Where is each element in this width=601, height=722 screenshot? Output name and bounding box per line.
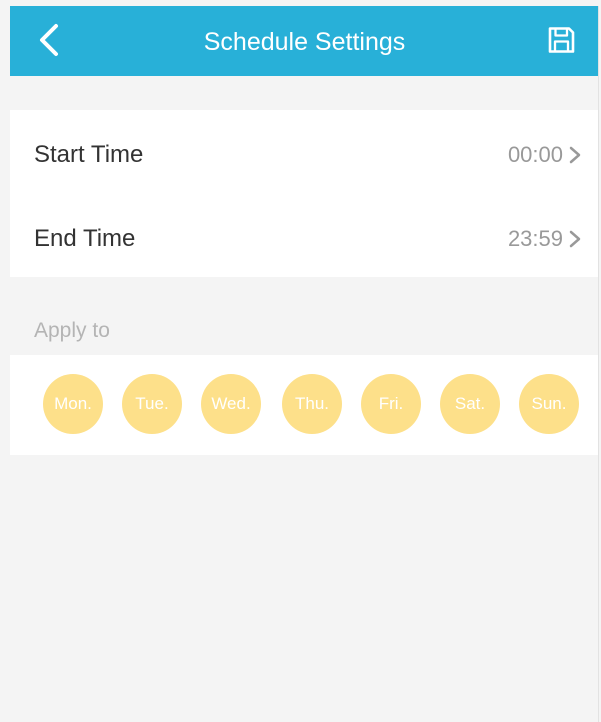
app-header: Schedule Settings <box>10 6 599 76</box>
chevron-right-icon <box>569 146 581 164</box>
start-time-value: 00:00 <box>507 142 563 167</box>
time-settings-panel: Start Time 00:00 End Time 23:59 <box>10 110 599 277</box>
start-time-row[interactable]: Start Time 00:00 <box>10 110 599 194</box>
chevron-right-icon <box>569 230 581 248</box>
day-chip-mon[interactable]: Mon. <box>43 374 103 434</box>
page-title: Schedule Settings <box>203 28 406 56</box>
screen-edge-divider <box>598 6 599 722</box>
start-time-label: Start Time <box>34 141 144 168</box>
days-selector: Mon. Tue. Wed. Thu. Fri. Sat. Sun. <box>10 355 599 455</box>
day-chip-fri[interactable]: Fri. <box>361 374 421 434</box>
end-time-value: 23:59 <box>507 226 563 251</box>
end-time-row[interactable]: End Time 23:59 <box>10 194 599 278</box>
day-chip-wed[interactable]: Wed. <box>201 374 261 434</box>
save-button[interactable] <box>539 18 583 62</box>
day-chip-sat[interactable]: Sat. <box>440 374 500 434</box>
day-chip-tue[interactable]: Tue. <box>122 374 182 434</box>
schedule-settings-screen: Schedule Settings Start Time 00:00 End T… <box>10 6 599 722</box>
save-icon <box>548 27 575 53</box>
end-time-label: End Time <box>34 225 136 252</box>
apply-to-label: Apply to <box>34 319 110 342</box>
day-chip-sun[interactable]: Sun. <box>519 374 579 434</box>
day-chip-thu[interactable]: Thu. <box>282 374 342 434</box>
